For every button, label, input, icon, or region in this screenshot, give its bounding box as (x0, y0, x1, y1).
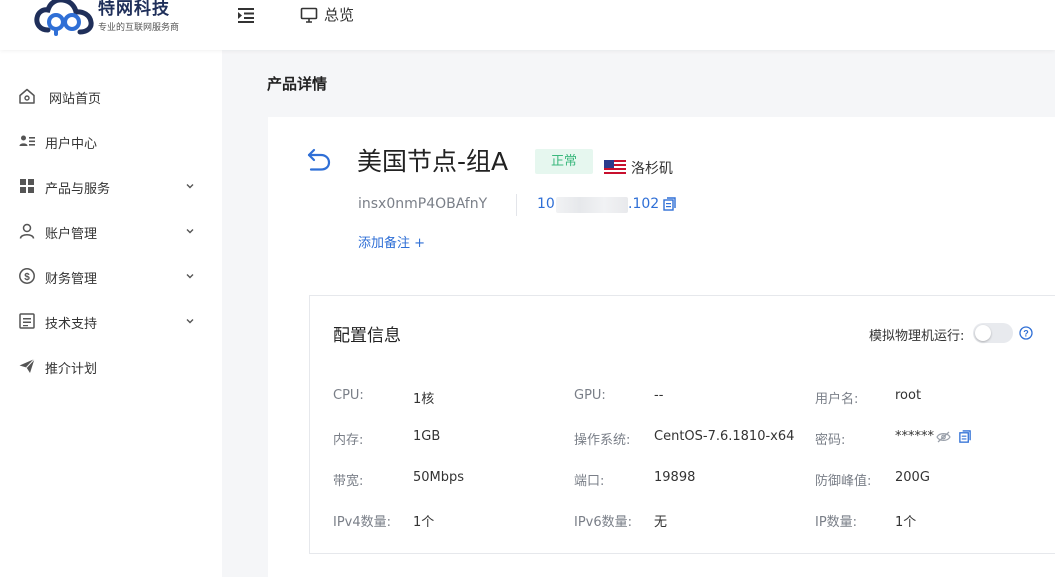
spec-label-gpu: GPU: (574, 388, 606, 403)
user-card-icon (19, 135, 35, 146)
ip-address-suffix: .102 (628, 196, 660, 212)
spec-value-cpu: 1核 (413, 392, 435, 407)
sidebar-item-referral[interactable]: 推介计划 (0, 348, 222, 384)
spec-value-os: CentOS-7.6.1810-x64 (654, 429, 795, 444)
sidebar-item-label: 用户中心 (45, 137, 98, 152)
grid-icon (20, 179, 34, 193)
sidebar-item-support[interactable]: 技术支持 (0, 303, 222, 339)
spec-value-bandwidth: 50Mbps (413, 470, 465, 485)
sim-physical-label: 模拟物理机运行: (869, 329, 965, 344)
spec-label-port: 端口: (574, 474, 605, 489)
eye-slash-icon[interactable] (936, 431, 951, 443)
sidebar-item-finance[interactable]: $ 财务管理 (0, 258, 222, 294)
ip-address-prefix: 10 (537, 196, 555, 212)
add-note-link[interactable]: 添加备注 + (358, 232, 425, 251)
chevron-down-icon (186, 229, 194, 234)
product-id: insx0nmP4OBAfnY (358, 196, 488, 212)
spec-label-ip-count: IP数量: (815, 515, 858, 530)
spec-value-password: ****** (895, 429, 934, 444)
spec-label-password: 密码: (815, 433, 846, 448)
help-icon[interactable]: ? (1019, 326, 1033, 340)
sim-physical-toggle[interactable] (973, 323, 1013, 343)
spec-label-bandwidth: 带宽: (333, 474, 364, 489)
copy-icon[interactable] (662, 197, 677, 212)
spec-label-os: 操作系统: (574, 433, 631, 448)
chevron-down-icon (186, 274, 194, 279)
cloud-logo-icon (34, 0, 94, 36)
sidebar-item-label: 推介计划 (45, 362, 98, 377)
chevron-down-icon (186, 319, 194, 324)
sidebar: 网站首页 用户中心 产品与服务 账户管理 $ 财务管理 技术支持 推介计划 (0, 50, 222, 577)
spec-value-ipv6: 无 (654, 515, 668, 530)
overview-label: 总览 (324, 6, 355, 24)
toggle-knob (975, 325, 991, 341)
menu-indent-icon[interactable] (236, 5, 256, 25)
sidebar-item-home[interactable]: 网站首页 (0, 78, 222, 114)
divider (516, 194, 517, 216)
svg-text:?: ? (1023, 328, 1029, 338)
status-badge: 正常 (535, 149, 593, 174)
paper-plane-icon (19, 358, 35, 373)
spec-value-defense: 200G (895, 470, 930, 485)
product-location: 洛杉矶 (631, 161, 673, 177)
us-flag-icon (604, 160, 626, 174)
sidebar-item-label: 网站首页 (49, 92, 102, 107)
product-name: 美国节点-组A (357, 147, 509, 176)
spec-label-memory: 内存: (333, 433, 364, 448)
document-icon (19, 313, 35, 329)
home-icon (19, 88, 35, 104)
dollar-icon: $ (19, 268, 35, 284)
svg-text:$: $ (24, 272, 30, 283)
chevron-down-icon (186, 184, 194, 189)
spec-label-cpu: CPU: (333, 388, 364, 403)
spec-value-ipv4: 1个 (413, 515, 435, 530)
overview-link[interactable]: 总览 (300, 4, 354, 25)
brand-logo[interactable]: 特网科技 专业的互联网服务商 (34, 0, 194, 42)
spec-label-username: 用户名: (815, 392, 859, 407)
sidebar-item-products[interactable]: 产品与服务 (0, 168, 222, 204)
spec-value-username: root (895, 388, 922, 403)
sidebar-item-label: 产品与服务 (45, 182, 111, 197)
sidebar-item-label: 技术支持 (45, 317, 98, 332)
copy-icon[interactable] (958, 430, 972, 444)
ip-redaction-mask (556, 197, 628, 213)
back-arrow-icon[interactable] (306, 146, 332, 172)
top-header: 特网科技 专业的互联网服务商 总览 (0, 0, 1055, 50)
person-icon (19, 223, 35, 239)
sidebar-item-label: 账户管理 (45, 227, 98, 242)
brand-tagline: 专业的互联网服务商 (98, 23, 180, 33)
sidebar-item-account[interactable]: 账户管理 (0, 213, 222, 249)
spec-label-ipv6: IPv6数量: (574, 515, 633, 530)
page-title: 产品详情 (267, 75, 328, 93)
spec-value-port: 19898 (654, 470, 696, 485)
spec-value-gpu: -- (654, 388, 664, 403)
spec-value-ip-count: 1个 (895, 515, 917, 530)
sidebar-item-label: 财务管理 (45, 272, 98, 287)
spec-label-defense: 防御峰值: (815, 474, 872, 489)
spec-value-memory: 1GB (413, 429, 441, 444)
sidebar-item-user-center[interactable]: 用户中心 (0, 123, 222, 159)
config-title: 配置信息 (333, 326, 401, 346)
spec-label-ipv4: IPv4数量: (333, 515, 392, 530)
monitor-icon (300, 7, 318, 23)
brand-name: 特网科技 (98, 0, 170, 19)
